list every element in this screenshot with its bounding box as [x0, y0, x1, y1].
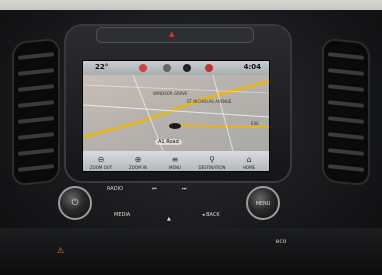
menu-label: MENU: [169, 165, 181, 170]
destination-label: DESTINATION: [198, 165, 226, 170]
air-vent-left: [12, 37, 60, 187]
home-button[interactable]: ⌂ HOME: [231, 155, 267, 170]
phone-icon[interactable]: [139, 64, 147, 72]
media-icon[interactable]: [163, 64, 171, 72]
street-label: ST NICHOLAS AVENUE: [187, 99, 232, 104]
menu-knob[interactable]: MENU: [246, 186, 280, 220]
radio-button[interactable]: RADIO: [107, 186, 123, 192]
destination-icon: ⚲: [209, 155, 215, 164]
power-volume-knob[interactable]: ⏻: [58, 186, 92, 220]
temperature-readout: 22°: [95, 63, 109, 71]
back-button[interactable]: ◂ BACK: [202, 212, 220, 218]
status-bar: 22° 4:04: [83, 61, 269, 75]
clock-readout: 4:04: [243, 63, 261, 71]
street-label: EXE: [251, 121, 259, 126]
car-infotainment-scene: ▲ 22° 4:04 WINDSOR GRAVE ST NICHOLAS AVE…: [0, 0, 382, 275]
zoom-out-icon: ⊖: [97, 155, 105, 164]
hardware-controls: ⏻ MENU RADIO ⏮ ⏭ MEDIA ▲ ◂ BACK: [52, 178, 292, 230]
menu-knob-label: MENU: [255, 201, 271, 207]
eject-button[interactable]: ▲: [167, 216, 171, 222]
menu-screen-button[interactable]: ≡ MENU: [157, 155, 193, 170]
media-button[interactable]: MEDIA: [114, 212, 130, 218]
zoom-in-icon: ⊕: [134, 155, 142, 164]
menu-icon: ≡: [171, 155, 179, 164]
warning-icon: ⚠: [57, 246, 65, 255]
current-road-name: A1 Road: [155, 139, 182, 145]
destination-button[interactable]: ⚲ DESTINATION: [194, 155, 230, 170]
home-label: HOME: [242, 165, 256, 170]
zoom-out-label: ZOOM OUT: [89, 165, 113, 170]
next-track-button[interactable]: ⏭: [182, 186, 187, 192]
hazard-button[interactable]: ▲: [169, 30, 174, 38]
nav-icon[interactable]: [205, 64, 213, 72]
screen-bottom-bar: ⊖ ZOOM OUT ⊕ ZOOM IN ≡ MENU ⚲ DESTINATIO…: [83, 151, 269, 171]
vehicle-position-marker: [169, 123, 181, 129]
zoom-in-button[interactable]: ⊕ ZOOM IN: [120, 155, 156, 170]
eco-button[interactable]: eco: [272, 238, 290, 250]
map-view[interactable]: WINDSOR GRAVE ST NICHOLAS AVENUE EXE A1 …: [83, 75, 269, 151]
street-label: WINDSOR GRAVE: [153, 91, 188, 96]
home-icon: ⌂: [246, 155, 252, 164]
top-hardware-buttons[interactable]: ▲: [96, 27, 254, 43]
settings-icon[interactable]: [183, 64, 191, 72]
zoom-out-button[interactable]: ⊖ ZOOM OUT: [83, 155, 119, 170]
zoom-in-label: ZOOM IN: [129, 165, 147, 170]
prev-track-button[interactable]: ⏮: [152, 186, 157, 192]
navigation-screen[interactable]: 22° 4:04 WINDSOR GRAVE ST NICHOLAS AVENU…: [82, 60, 270, 172]
air-vent-right: [322, 37, 370, 187]
